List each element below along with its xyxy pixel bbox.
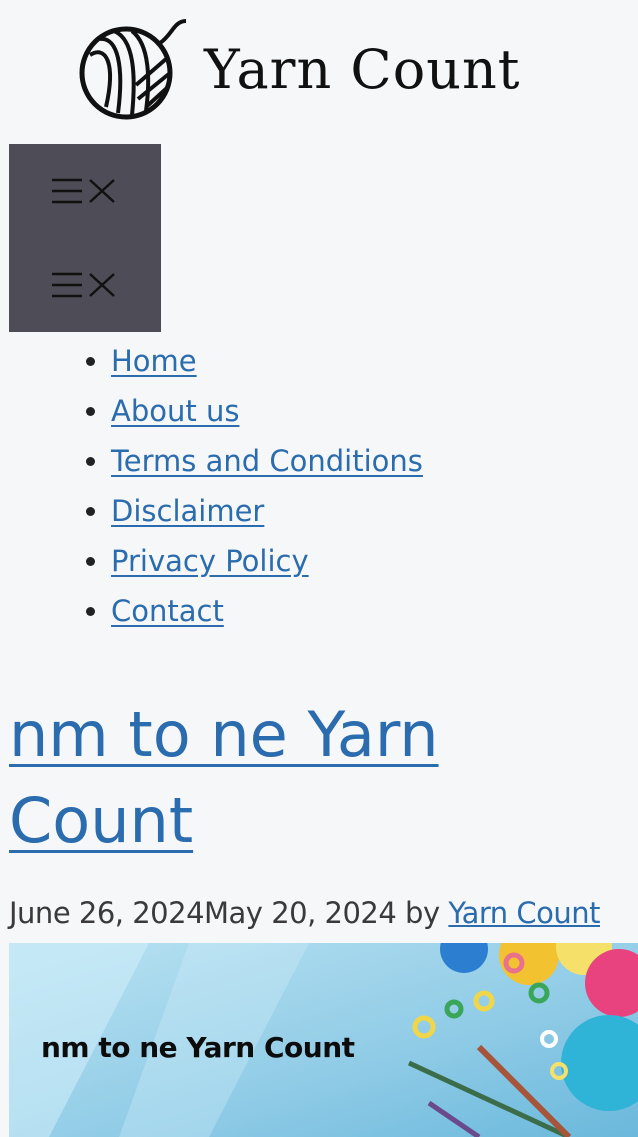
nav-link-terms[interactable]: Terms and Conditions <box>111 444 423 478</box>
nav-item-contact: Contact <box>111 586 638 636</box>
primary-navigation: Home About us Terms and Conditions Discl… <box>63 336 638 636</box>
nav-link-privacy[interactable]: Privacy Policy <box>111 544 309 578</box>
featured-image[interactable]: nm to ne Yarn Count <box>9 943 638 1137</box>
nav-link-home[interactable]: Home <box>111 344 197 378</box>
nav-item-terms: Terms and Conditions <box>111 436 638 486</box>
nav-item-about: About us <box>111 386 638 436</box>
nav-item-home: Home <box>111 336 638 386</box>
nav-link-contact[interactable]: Contact <box>111 594 224 628</box>
menu-toggle-button[interactable] <box>9 238 161 332</box>
post-title: nm to ne Yarn Count <box>9 692 609 864</box>
nav-link-about[interactable]: About us <box>111 394 239 428</box>
post-date-updated: May 20, 2024 <box>204 896 397 930</box>
post-meta: June 26, 2024May 20, 2024 by Yarn Count <box>9 896 638 930</box>
nav-item-privacy: Privacy Policy <box>111 536 638 586</box>
menu-toggle-button[interactable] <box>9 144 161 238</box>
post-date-published: June 26, 2024 <box>9 896 205 930</box>
nav-item-disclaimer: Disclaimer <box>111 486 638 536</box>
nav-link-disclaimer[interactable]: Disclaimer <box>111 494 264 528</box>
menu-close-icon <box>52 178 115 204</box>
post-title-link[interactable]: nm to ne Yarn Count <box>9 698 439 857</box>
menu-toggle-panel <box>9 144 161 332</box>
post-author-link[interactable]: Yarn Count <box>448 896 600 930</box>
post-byline-label: by <box>396 896 449 930</box>
yarn-ball-icon <box>79 19 187 120</box>
site-logo[interactable]: Yarn Count <box>76 14 576 124</box>
menu-close-icon <box>52 272 115 298</box>
featured-image-caption: nm to ne Yarn Count <box>41 1031 355 1064</box>
site-title: Yarn Count <box>204 37 521 101</box>
